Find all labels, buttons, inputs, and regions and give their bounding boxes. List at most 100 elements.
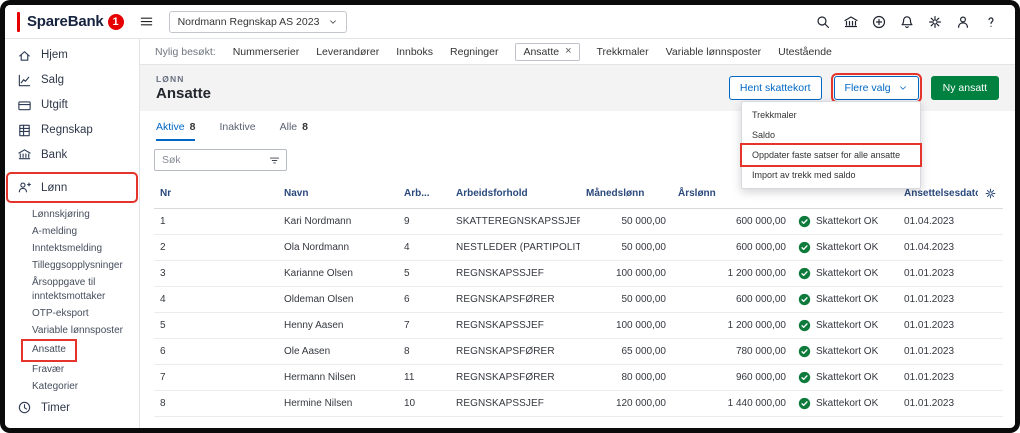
sidebar-item-salg[interactable]: Salg: [9, 68, 135, 93]
col-arbeidsforhold[interactable]: Arbeidsforhold: [450, 179, 580, 209]
tab-regninger[interactable]: Regninger: [450, 46, 498, 58]
ny-ansatt-button[interactable]: Ny ansatt: [930, 76, 999, 100]
col-settings[interactable]: [978, 179, 1003, 209]
flere-valg-button[interactable]: Flere valg: [830, 73, 922, 103]
table-row[interactable]: 8 Hermine Nilsen 10 REGNSKAPSSJEF 120 00…: [154, 390, 1003, 417]
status-badge: Skattekort OK: [816, 372, 879, 383]
cell-arbeidsforhold: REGNSKAPSSJEF: [450, 312, 580, 339]
status-badge: Skattekort OK: [816, 320, 879, 331]
page-title: Ansatte: [156, 85, 212, 102]
filter-tab-aktive[interactable]: Aktive 8: [156, 121, 196, 141]
cell-arslonn: 600 000,00: [672, 208, 792, 235]
menu-item-import-av-trekk[interactable]: Import av trekk med saldo: [742, 165, 920, 185]
bank-icon: [18, 149, 31, 160]
tab-variable-lonnsposter[interactable]: Variable lønnsposter: [666, 46, 762, 58]
cell-arslonn: 1 200 000,00: [672, 312, 792, 339]
sidebar-subitem-inntektsmelding[interactable]: Inntektsmelding: [32, 241, 133, 257]
recently-visited-nav: Nylig besøkt: Nummerserier Leverandører …: [140, 39, 1015, 65]
menu-item-trekkmaler[interactable]: Trekkmaler: [742, 105, 920, 125]
cell-arbeidsforhold: REGNSKAPSFØRER: [450, 338, 580, 365]
menu-item-saldo[interactable]: Saldo: [742, 125, 920, 145]
chevron-down-icon: [330, 19, 337, 24]
app-window: SpareBank 1 Nordmann Regnskap AS 2023 Hj…: [5, 5, 1015, 428]
sidebar-item-hjem[interactable]: Hjem: [9, 43, 135, 68]
filter-button[interactable]: [262, 150, 286, 170]
cell-manedslonn: 65 000,00: [580, 338, 672, 365]
help-button[interactable]: [979, 10, 1003, 34]
sidebar-item-utgift[interactable]: Utgift: [9, 93, 135, 118]
sidebar-subitem-arsoppgave[interactable]: Årsoppgave til inntektsmottaker: [32, 275, 133, 305]
menu-toggle-button[interactable]: [137, 12, 156, 31]
tab-ansatte[interactable]: Ansatte ×: [515, 42, 580, 61]
sidebar-subitem-variable-lonnsposter[interactable]: Variable lønnsposter: [32, 323, 133, 339]
col-manedslonn[interactable]: Månedslønn: [580, 179, 672, 209]
settings-button[interactable]: [923, 10, 947, 34]
help-icon: [988, 16, 994, 27]
tab-innboks[interactable]: Innboks: [396, 46, 433, 58]
cell-navn: Oldeman Olsen: [278, 286, 398, 313]
cell-ansettelsesdato: 01.01.2023: [898, 260, 978, 287]
tab-leverandorer[interactable]: Leverandører: [316, 46, 379, 58]
cell-arb: 11: [398, 364, 450, 391]
col-arb[interactable]: Arb...: [398, 179, 450, 209]
table-row[interactable]: 6 Ole Aasen 8 REGNSKAPSFØRER 65 000,00 7…: [154, 338, 1003, 365]
company-selector-value: Nordmann Regnskap AS 2023: [177, 15, 320, 28]
sidebar-subitem-fravaer[interactable]: Fravær: [32, 362, 133, 378]
sparebank-logo[interactable]: SpareBank 1: [27, 13, 124, 30]
hamburger-icon: [140, 17, 152, 26]
filter-tab-alle[interactable]: Alle 8: [280, 121, 308, 141]
cell-nr: 5: [154, 312, 278, 339]
sidebar-subitem-kategorier[interactable]: Kategorier: [32, 379, 133, 395]
sidebar-item-lonn[interactable]: Lønn: [6, 172, 138, 204]
cell-nr: 4: [154, 286, 278, 313]
search-button[interactable]: [811, 10, 835, 34]
sidebar-subitem-ansatte[interactable]: Ansatte: [21, 339, 133, 363]
menu-item-oppdater-faste-satser[interactable]: Oppdater faste satser for alle ansatte: [740, 143, 922, 167]
sidebar-subitem-a-melding[interactable]: A-melding: [32, 224, 133, 240]
table-settings-gear-icon[interactable]: [984, 187, 997, 200]
bank-button[interactable]: [839, 10, 863, 34]
check-circle-icon: [798, 215, 811, 228]
status-badge: Skattekort OK: [816, 346, 879, 357]
search-input[interactable]: [155, 154, 262, 166]
table-row[interactable]: 3 Karianne Olsen 5 REGNSKAPSSJEF 100 000…: [154, 260, 1003, 287]
profile-button[interactable]: [951, 10, 975, 34]
flere-valg-label: Flere valg: [844, 82, 891, 94]
table-row[interactable]: 1 Kari Nordmann 9 SKATTEREGNSKAPSSJEF 50…: [154, 208, 1003, 235]
brand-name: SpareBank: [27, 13, 104, 30]
cell-manedslonn: 120 000,00: [580, 390, 672, 417]
sidebar-subitem-otp-eksport[interactable]: OTP-eksport: [32, 306, 133, 322]
sales-chart-icon: [18, 74, 31, 86]
table-row[interactable]: 7 Hermann Nilsen 11 REGNSKAPSFØRER 80 00…: [154, 364, 1003, 391]
cell-ansettelsesdato: 01.04.2023: [898, 208, 978, 235]
add-button[interactable]: [867, 10, 891, 34]
topbar: SpareBank 1 Nordmann Regnskap AS 2023: [5, 5, 1015, 39]
close-icon[interactable]: ×: [565, 46, 571, 57]
hent-skattekort-button[interactable]: Hent skattekort: [728, 76, 822, 100]
topbar-actions: [811, 10, 1003, 34]
plus-circle-icon: [872, 15, 886, 28]
sidebar-subitem-tilleggsopplysninger[interactable]: Tilleggsopplysninger: [32, 258, 133, 274]
chevron-down-icon: [899, 86, 906, 90]
tab-utestaende[interactable]: Utestående: [778, 46, 832, 58]
col-nr[interactable]: Nr: [154, 179, 278, 209]
filter-tab-inaktive[interactable]: Inaktive: [219, 121, 255, 141]
table-row[interactable]: 2 Ola Nordmann 4 NESTLEDER (PARTIPOLITIS…: [154, 234, 1003, 261]
col-navn[interactable]: Navn: [278, 179, 398, 209]
sidebar-subitem-ansatte-label: Ansatte: [21, 339, 77, 363]
sidebar-item-timer[interactable]: Timer: [9, 395, 135, 420]
notifications-button[interactable]: [895, 10, 919, 34]
tab-trekkmaler[interactable]: Trekkmaler: [597, 46, 649, 58]
expense-card-icon: [18, 101, 31, 110]
sidebar-item-bank[interactable]: Bank: [9, 142, 135, 167]
sidebar-item-label: Utgift: [41, 99, 68, 112]
sidebar-subitem-lonnskjoring[interactable]: Lønnskjøring: [32, 207, 133, 223]
cell-arbeidsforhold: REGNSKAPSSJEF: [450, 390, 580, 417]
company-selector[interactable]: Nordmann Regnskap AS 2023: [168, 10, 348, 33]
table-row[interactable]: 5 Henny Aasen 7 REGNSKAPSSJEF 100 000,00…: [154, 312, 1003, 339]
table-row[interactable]: 4 Oldeman Olsen 6 REGNSKAPSFØRER 50 000,…: [154, 286, 1003, 313]
cell-manedslonn: 50 000,00: [580, 234, 672, 261]
sidebar-item-regnskap[interactable]: Regnskap: [9, 118, 135, 143]
tab-nummerserier[interactable]: Nummerserier: [233, 46, 300, 58]
cell-arb: 7: [398, 312, 450, 339]
